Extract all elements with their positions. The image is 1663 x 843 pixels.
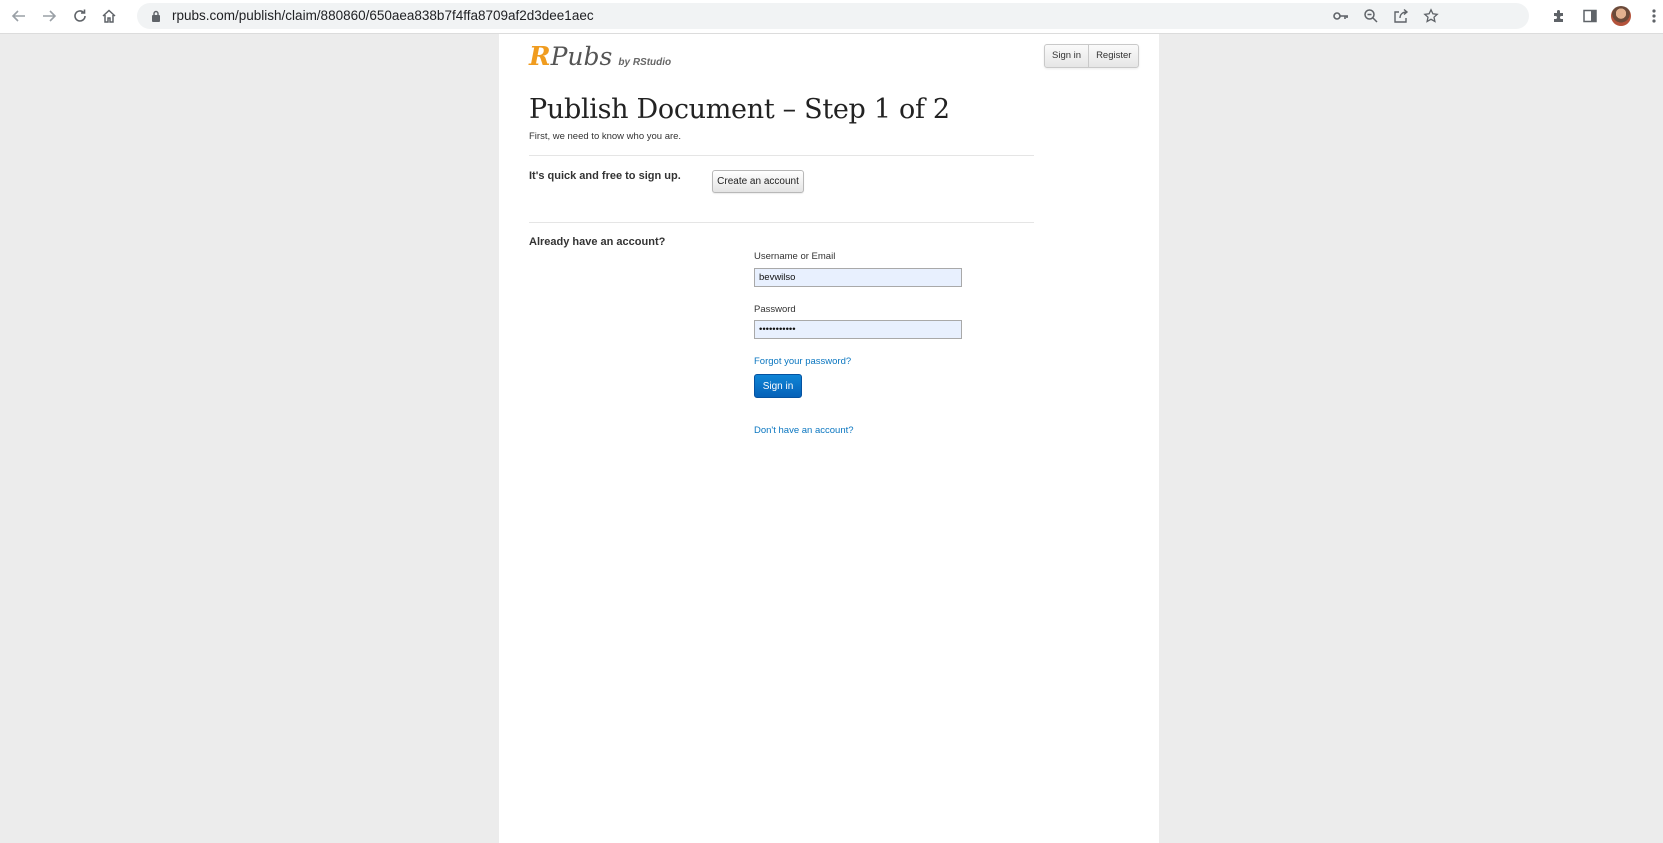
divider [529,222,1034,223]
signup-prompt: It's quick and free to sign up. [529,170,681,182]
signin-button[interactable]: Sign in [754,374,802,398]
page-subtitle: First, we need to know who you are. [529,131,682,142]
password-label: Password [754,304,796,315]
side-panel-icon[interactable] [1580,6,1600,26]
page-container: RPubs by RStudio Sign in Register Publish… [499,34,1159,843]
logo-r: R [529,42,551,72]
divider [529,155,1034,156]
username-label: Username or Email [754,251,836,262]
logo-pubs: Pubs [550,42,613,71]
page-title: Publish Document – Step 1 of 2 [529,94,950,125]
address-bar[interactable]: rpubs.com/publish/claim/880860/650aea838… [137,3,1529,29]
forgot-password-link[interactable]: Forgot your password? [754,356,851,367]
rpubs-logo[interactable]: RPubs by RStudio [529,42,671,72]
browser-toolbar: rpubs.com/publish/claim/880860/650aea838… [0,0,1663,34]
create-account-button[interactable]: Create an account [712,170,804,193]
header-register-button[interactable]: Register [1088,45,1138,67]
lock-icon[interactable] [151,9,161,27]
home-icon[interactable] [98,5,120,27]
menu-dots-icon[interactable] [1648,6,1660,26]
have-account-prompt: Already have an account? [529,236,666,248]
profile-avatar[interactable] [1611,6,1631,26]
url-text[interactable]: rpubs.com/publish/claim/880860/650aea838… [172,8,594,23]
bookmark-star-icon[interactable] [1422,7,1440,25]
logo-by: by RStudio [618,57,672,68]
forward-icon[interactable] [38,5,60,27]
password-input[interactable]: ••••••••••• [754,320,962,339]
reload-icon[interactable] [69,5,91,27]
username-input[interactable]: bevwilso [754,268,962,287]
key-icon[interactable] [1332,7,1350,25]
extensions-icon[interactable] [1549,6,1569,26]
share-icon[interactable] [1392,7,1410,25]
no-account-link[interactable]: Don't have an account? [754,425,854,436]
header-signin-button[interactable]: Sign in [1045,45,1088,67]
back-icon[interactable] [8,5,30,27]
zoom-out-icon[interactable] [1362,7,1380,25]
header-auth-buttons: Sign in Register [1044,44,1140,68]
